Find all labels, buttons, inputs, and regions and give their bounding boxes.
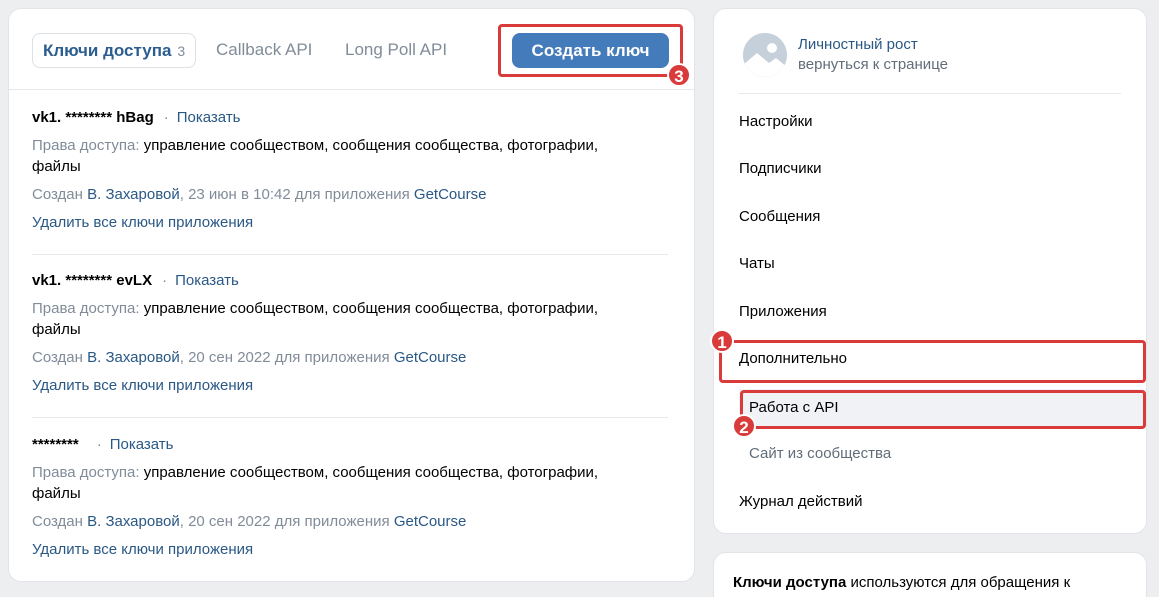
rights-value: управление сообществом, сообщения сообще… [143,300,599,317]
menu-item-chats[interactable]: Чаты [739,254,775,274]
creator-link[interactable]: В. Захаровой [87,349,180,366]
annotation-number: 3 [667,63,691,87]
separator-dot: · [96,436,102,453]
rights-value-cont: файлы [32,485,81,502]
show-key-link[interactable]: Показать [175,272,239,289]
delete-app-keys-link[interactable]: Удалить все ключи приложения [32,377,253,394]
menu-item-community-site[interactable]: Сайт из сообщества [739,435,1146,472]
tab-access-keys-label: Ключи доступа [43,41,172,60]
delete-app-keys-link[interactable]: Удалить все ключи приложения [32,541,253,558]
menu-item-subscribers[interactable]: Подписчики [739,159,822,179]
key-item: vk1. ******** hBag · Показать Права доступ… [32,108,668,233]
menu-divider [739,93,1121,94]
annotation-number: 2 [732,414,756,438]
key-rights: Права доступа: управление сообществом, с… [32,135,668,177]
key-item: ******** · Показать Права доступа: управле… [32,435,668,560]
rights-value: управление сообществом, сообщения сообще… [143,464,599,481]
menu-item-apps[interactable]: Приложения [739,302,827,322]
back-to-page-link[interactable]: вернуться к странице [798,56,948,73]
community-menu-card: Личностный рост вернуться к странице Нас… [714,9,1146,533]
show-key-link[interactable]: Показать [177,109,241,126]
menu-item-action-log[interactable]: Журнал действий [739,492,862,512]
created-prefix: Создан [32,513,83,530]
image-placeholder-icon [743,33,787,77]
creator-link[interactable]: В. Захаровой [87,513,180,530]
app-link[interactable]: GetCourse [394,513,467,530]
api-keys-card: Ключи доступа 3 Callback API Long Poll AP… [9,9,694,581]
annotation-number: 1 [710,329,734,353]
tab-access-keys[interactable]: Ключи доступа 3 [32,33,197,68]
tab-access-keys-count: 3 [177,43,186,59]
info-rest: используются для обращения к [846,574,1071,591]
tab-callback-api[interactable]: Callback API [206,33,322,68]
menu-item-settings[interactable]: Настройки [739,112,813,132]
key-rights: Права доступа: управление сообществом, с… [32,462,668,504]
tabs-bar: Ключи доступа 3 Callback API Long Poll AP… [9,9,694,90]
key-name: vk1. ******** evLX [32,272,153,289]
community-name[interactable]: Личностный рост [798,36,918,53]
show-key-link[interactable]: Показать [110,436,174,453]
tab-long-poll-api[interactable]: Long Poll API [335,33,457,68]
app-link[interactable]: GetCourse [394,349,467,366]
create-key-button[interactable]: Создать ключ [512,33,669,68]
menu-item-api[interactable]: Работа с API [739,389,1146,426]
key-created: Создан В. Захаровой, 20 сен 2022 для при… [32,348,668,368]
rights-label: Права доступа: [32,137,140,154]
rights-value: управление сообществом, сообщения сообще… [143,137,599,154]
separator-dot: · [163,109,169,126]
created-date: , 20 сен 2022 для приложения [179,349,390,366]
menu-item-messages[interactable]: Сообщения [739,207,820,227]
key-item: vk1. ******** evLX · Показать Права доступ… [32,271,668,396]
info-bold: Ключи доступа [733,574,847,591]
created-date: , 23 июн в 10:42 для приложения [179,186,410,203]
delete-app-keys-link[interactable]: Удалить все ключи приложения [32,214,253,231]
info-card: Ключи доступа используются для обращения… [714,553,1146,597]
key-name: ******** [32,436,79,453]
key-divider [32,254,668,255]
created-prefix: Создан [32,349,83,366]
creator-link[interactable]: В. Захаровой [87,186,180,203]
rights-value-cont: файлы [32,321,81,338]
rights-label: Права доступа: [32,300,140,317]
menu-item-advanced[interactable]: Дополнительно [739,349,847,369]
rights-label: Права доступа: [32,464,140,481]
key-divider [32,417,668,418]
rights-value-cont: файлы [32,158,81,175]
app-link[interactable]: GetCourse [414,186,487,203]
created-prefix: Создан [32,186,83,203]
community-avatar[interactable] [743,33,787,77]
info-text: Ключи доступа используются для обращения… [733,573,1070,593]
key-rights: Права доступа: управление сообществом, с… [32,298,668,340]
key-created: Создан В. Захаровой, 20 сен 2022 для при… [32,512,668,532]
key-name: vk1. ******** hBag [32,109,154,126]
key-created: Создан В. Захаровой, 23 июн в 10:42 для … [32,185,668,205]
separator-dot: · [162,272,168,289]
created-date: , 20 сен 2022 для приложения [179,513,390,530]
